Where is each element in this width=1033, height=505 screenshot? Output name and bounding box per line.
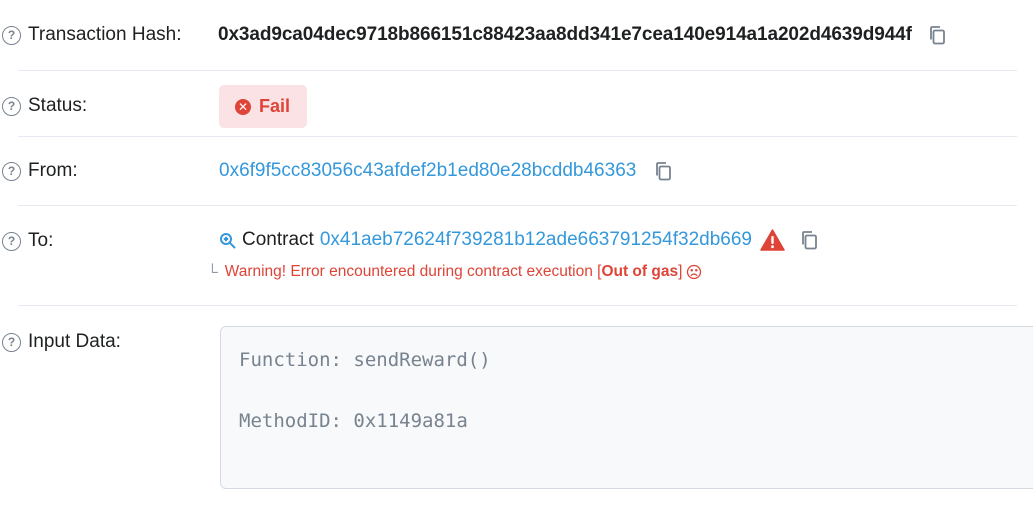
help-icon[interactable]: ? <box>2 161 21 181</box>
from-address-link[interactable]: 0x6f9f5cc83056c43afdef2b1ed80e28bcddb463… <box>219 160 636 182</box>
to-label-cell: ? To: <box>2 230 53 252</box>
execution-warning: └ Warning! Error encountered during cont… <box>207 263 702 281</box>
to-contract-address-link[interactable]: 0x41aeb72624f739281b12ade663791254f32db6… <box>320 229 752 251</box>
from-value-cell: 0x6f9f5cc83056c43afdef2b1ed80e28bcddb463… <box>219 160 672 182</box>
transaction-hash-value-cell: 0x3ad9ca04dec9718b866151c88423aa8dd341e7… <box>218 24 946 46</box>
function-line: Function: sendReward() <box>239 349 491 371</box>
to-label: To: <box>28 230 54 251</box>
input-data-label: Input Data: <box>28 331 121 352</box>
divider <box>18 70 1017 71</box>
transaction-hash-value: 0x3ad9ca04dec9718b866151c88423aa8dd341e7… <box>218 24 912 45</box>
from-label: From: <box>28 160 78 181</box>
elbow-connector-icon: └ <box>207 263 218 281</box>
status-badge-text: Fail <box>259 96 291 116</box>
input-data-label-cell: ? Input Data: <box>2 331 121 353</box>
to-value-cell: Contract 0x41aeb72624f739281b12ade663791… <box>219 229 818 251</box>
help-icon[interactable]: ? <box>2 332 21 352</box>
transaction-hash-label: Transaction Hash: <box>28 24 182 45</box>
help-icon[interactable]: ? <box>2 231 21 251</box>
contract-word: Contract <box>242 229 314 250</box>
warning-suffix-text: ] <box>678 263 683 280</box>
warning-icon <box>760 229 785 251</box>
transaction-details-panel: ? Transaction Hash: 0x3ad9ca04dec9718b86… <box>0 0 1033 505</box>
warning-prefix-text: Warning! Error encountered during contra… <box>224 263 602 280</box>
copy-icon[interactable] <box>928 25 946 45</box>
divider <box>18 136 1017 137</box>
method-id-line: MethodID: 0x1149a81a <box>239 410 468 432</box>
copy-icon[interactable] <box>654 161 672 181</box>
input-data-box[interactable]: Function: sendReward() MethodID: 0x1149a… <box>220 326 1033 489</box>
from-label-cell: ? From: <box>2 160 78 182</box>
status-label: Status: <box>28 95 88 116</box>
warning-reason-text: Out of gas <box>601 263 679 280</box>
zoom-icon[interactable] <box>219 232 236 249</box>
sad-face-icon <box>686 264 702 280</box>
copy-icon[interactable] <box>800 230 818 250</box>
status-value-cell: ✕ Fail <box>219 85 308 128</box>
transaction-hash-label-cell: ? Transaction Hash: <box>2 24 181 46</box>
status-label-cell: ? Status: <box>2 95 87 117</box>
fail-icon: ✕ <box>235 98 251 115</box>
status-badge: ✕ Fail <box>219 85 308 128</box>
divider <box>18 305 1017 306</box>
divider <box>18 205 1017 206</box>
help-icon[interactable]: ? <box>2 25 21 45</box>
help-icon[interactable]: ? <box>2 96 21 116</box>
